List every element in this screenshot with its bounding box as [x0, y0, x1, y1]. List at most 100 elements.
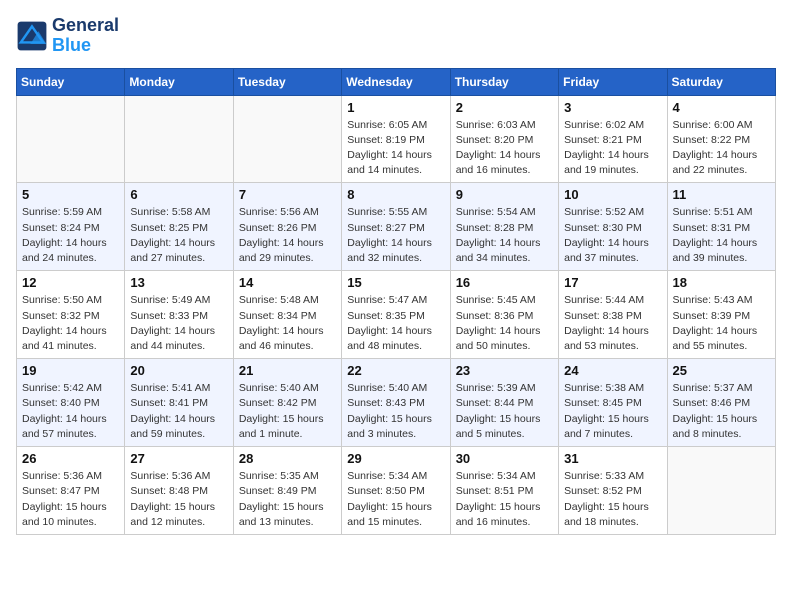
calendar-day-cell: 26 Sunrise: 5:36 AMSunset: 8:47 PMDayligh… [17, 447, 125, 535]
day-number: 18 [673, 275, 770, 290]
day-info: Sunrise: 5:40 AMSunset: 8:42 PMDaylight:… [239, 381, 336, 442]
calendar-day-cell: 13 Sunrise: 5:49 AMSunset: 8:33 PMDayligh… [125, 271, 233, 359]
calendar-day-cell: 27Sunrise: 5:36 AMSunset: 8:48 PMDayligh… [125, 447, 233, 535]
day-number: 22 [347, 363, 444, 378]
day-number: 21 [239, 363, 336, 378]
day-number: 7 [239, 187, 336, 202]
day-number: 16 [456, 275, 553, 290]
day-of-week-header: Monday [125, 68, 233, 95]
day-info: Sunrise: 5:58 AMSunset: 8:25 PMDaylight:… [130, 205, 227, 266]
day-info: Sunrise: 5:49 AMSunset: 8:33 PMDaylight:… [130, 293, 227, 354]
empty-day-cell [17, 95, 125, 183]
day-number: 30 [456, 451, 553, 466]
day-info: Sunrise: 5:33 AMSunset: 8:52 PMDaylight:… [564, 469, 661, 530]
day-number: 29 [347, 451, 444, 466]
calendar-day-cell: 19Sunrise: 5:42 AMSunset: 8:40 PMDayligh… [17, 359, 125, 447]
calendar-header-row: SundayMondayTuesdayWednesdayThursdayFrid… [17, 68, 776, 95]
calendar-day-cell: 11 Sunrise: 5:51 AMSunset: 8:31 PMDayligh… [667, 183, 775, 271]
day-info: Sunrise: 5:50 AMSunset: 8:32 PMDaylight:… [22, 293, 119, 354]
day-number: 25 [673, 363, 770, 378]
day-number: 20 [130, 363, 227, 378]
logo-icon [16, 20, 48, 52]
calendar-day-cell: 16 Sunrise: 5:45 AMSunset: 8:36 PMDayligh… [450, 271, 558, 359]
calendar-week-row: 12 Sunrise: 5:50 AMSunset: 8:32 PMDayligh… [17, 271, 776, 359]
calendar-day-cell: 30 Sunrise: 5:34 AMSunset: 8:51 PMDayligh… [450, 447, 558, 535]
calendar-day-cell: 18 Sunrise: 5:43 AMSunset: 8:39 PMDayligh… [667, 271, 775, 359]
page-header: General Blue [16, 16, 776, 56]
day-info: Sunrise: 5:44 AMSunset: 8:38 PMDaylight:… [564, 293, 661, 354]
calendar-day-cell: 4Sunrise: 6:00 AMSunset: 8:22 PMDaylight… [667, 95, 775, 183]
day-info: Sunrise: 5:48 AMSunset: 8:34 PMDaylight:… [239, 293, 336, 354]
day-number: 12 [22, 275, 119, 290]
day-of-week-header: Saturday [667, 68, 775, 95]
day-number: 13 [130, 275, 227, 290]
empty-day-cell [125, 95, 233, 183]
calendar-day-cell: 25 Sunrise: 5:37 AMSunset: 8:46 PMDayligh… [667, 359, 775, 447]
calendar-day-cell: 15 Sunrise: 5:47 AMSunset: 8:35 PMDayligh… [342, 271, 450, 359]
day-of-week-header: Friday [559, 68, 667, 95]
day-info: Sunrise: 5:41 AMSunset: 8:41 PMDaylight:… [130, 381, 227, 442]
day-info: Sunrise: 5:36 AMSunset: 8:47 PMDaylight:… [22, 469, 119, 530]
day-number: 2 [456, 100, 553, 115]
calendar-day-cell: 22 Sunrise: 5:40 AMSunset: 8:43 PMDayligh… [342, 359, 450, 447]
day-number: 3 [564, 100, 661, 115]
day-info: Sunrise: 5:42 AMSunset: 8:40 PMDaylight:… [22, 381, 119, 442]
day-of-week-header: Thursday [450, 68, 558, 95]
day-number: 4 [673, 100, 770, 115]
logo: General Blue [16, 16, 119, 56]
day-info: Sunrise: 5:38 AMSunset: 8:45 PMDaylight:… [564, 381, 661, 442]
day-info: Sunrise: 5:43 AMSunset: 8:39 PMDaylight:… [673, 293, 770, 354]
day-info: Sunrise: 5:37 AMSunset: 8:46 PMDaylight:… [673, 381, 770, 442]
calendar-day-cell: 1 Sunrise: 6:05 AMSunset: 8:19 PMDaylight… [342, 95, 450, 183]
day-info: Sunrise: 5:55 AMSunset: 8:27 PMDaylight:… [347, 205, 444, 266]
day-number: 9 [456, 187, 553, 202]
day-info: Sunrise: 6:05 AMSunset: 8:19 PMDaylight:… [347, 118, 444, 179]
calendar-day-cell: 14Sunrise: 5:48 AMSunset: 8:34 PMDayligh… [233, 271, 341, 359]
day-number: 26 [22, 451, 119, 466]
day-of-week-header: Wednesday [342, 68, 450, 95]
day-info: Sunrise: 5:52 AMSunset: 8:30 PMDaylight:… [564, 205, 661, 266]
calendar-table: SundayMondayTuesdayWednesdayThursdayFrid… [16, 68, 776, 535]
calendar-day-cell: 8 Sunrise: 5:55 AMSunset: 8:27 PMDaylight… [342, 183, 450, 271]
day-info: Sunrise: 5:54 AMSunset: 8:28 PMDaylight:… [456, 205, 553, 266]
day-info: Sunrise: 5:59 AMSunset: 8:24 PMDaylight:… [22, 205, 119, 266]
calendar-day-cell: 6 Sunrise: 5:58 AMSunset: 8:25 PMDaylight… [125, 183, 233, 271]
day-number: 1 [347, 100, 444, 115]
calendar-day-cell: 29Sunrise: 5:34 AMSunset: 8:50 PMDayligh… [342, 447, 450, 535]
day-number: 8 [347, 187, 444, 202]
calendar-day-cell: 28Sunrise: 5:35 AMSunset: 8:49 PMDayligh… [233, 447, 341, 535]
day-info: Sunrise: 5:51 AMSunset: 8:31 PMDaylight:… [673, 205, 770, 266]
calendar-week-row: 5 Sunrise: 5:59 AMSunset: 8:24 PMDaylight… [17, 183, 776, 271]
day-info: Sunrise: 5:40 AMSunset: 8:43 PMDaylight:… [347, 381, 444, 442]
day-info: Sunrise: 5:39 AMSunset: 8:44 PMDaylight:… [456, 381, 553, 442]
calendar-day-cell: 17 Sunrise: 5:44 AMSunset: 8:38 PMDayligh… [559, 271, 667, 359]
day-info: Sunrise: 5:56 AMSunset: 8:26 PMDaylight:… [239, 205, 336, 266]
day-number: 10 [564, 187, 661, 202]
day-number: 6 [130, 187, 227, 202]
calendar-day-cell: 20 Sunrise: 5:41 AMSunset: 8:41 PMDayligh… [125, 359, 233, 447]
calendar-week-row: 19Sunrise: 5:42 AMSunset: 8:40 PMDayligh… [17, 359, 776, 447]
calendar-day-cell: 10 Sunrise: 5:52 AMSunset: 8:30 PMDayligh… [559, 183, 667, 271]
logo-text: General Blue [52, 16, 119, 56]
day-number: 17 [564, 275, 661, 290]
day-info: Sunrise: 5:36 AMSunset: 8:48 PMDaylight:… [130, 469, 227, 530]
day-number: 5 [22, 187, 119, 202]
day-of-week-header: Tuesday [233, 68, 341, 95]
day-number: 31 [564, 451, 661, 466]
day-info: Sunrise: 6:02 AMSunset: 8:21 PMDaylight:… [564, 118, 661, 179]
day-number: 15 [347, 275, 444, 290]
day-number: 11 [673, 187, 770, 202]
day-info: Sunrise: 5:45 AMSunset: 8:36 PMDaylight:… [456, 293, 553, 354]
calendar-day-cell: 12 Sunrise: 5:50 AMSunset: 8:32 PMDayligh… [17, 271, 125, 359]
day-info: Sunrise: 6:03 AMSunset: 8:20 PMDaylight:… [456, 118, 553, 179]
calendar-day-cell: 31 Sunrise: 5:33 AMSunset: 8:52 PMDayligh… [559, 447, 667, 535]
day-info: Sunrise: 5:47 AMSunset: 8:35 PMDaylight:… [347, 293, 444, 354]
day-number: 23 [456, 363, 553, 378]
day-info: Sunrise: 5:34 AMSunset: 8:51 PMDaylight:… [456, 469, 553, 530]
calendar-week-row: 1 Sunrise: 6:05 AMSunset: 8:19 PMDaylight… [17, 95, 776, 183]
calendar-day-cell: 5 Sunrise: 5:59 AMSunset: 8:24 PMDaylight… [17, 183, 125, 271]
calendar-day-cell: 7 Sunrise: 5:56 AMSunset: 8:26 PMDaylight… [233, 183, 341, 271]
calendar-day-cell: 24Sunrise: 5:38 AMSunset: 8:45 PMDayligh… [559, 359, 667, 447]
calendar-day-cell: 23 Sunrise: 5:39 AMSunset: 8:44 PMDayligh… [450, 359, 558, 447]
calendar-day-cell: 9 Sunrise: 5:54 AMSunset: 8:28 PMDaylight… [450, 183, 558, 271]
